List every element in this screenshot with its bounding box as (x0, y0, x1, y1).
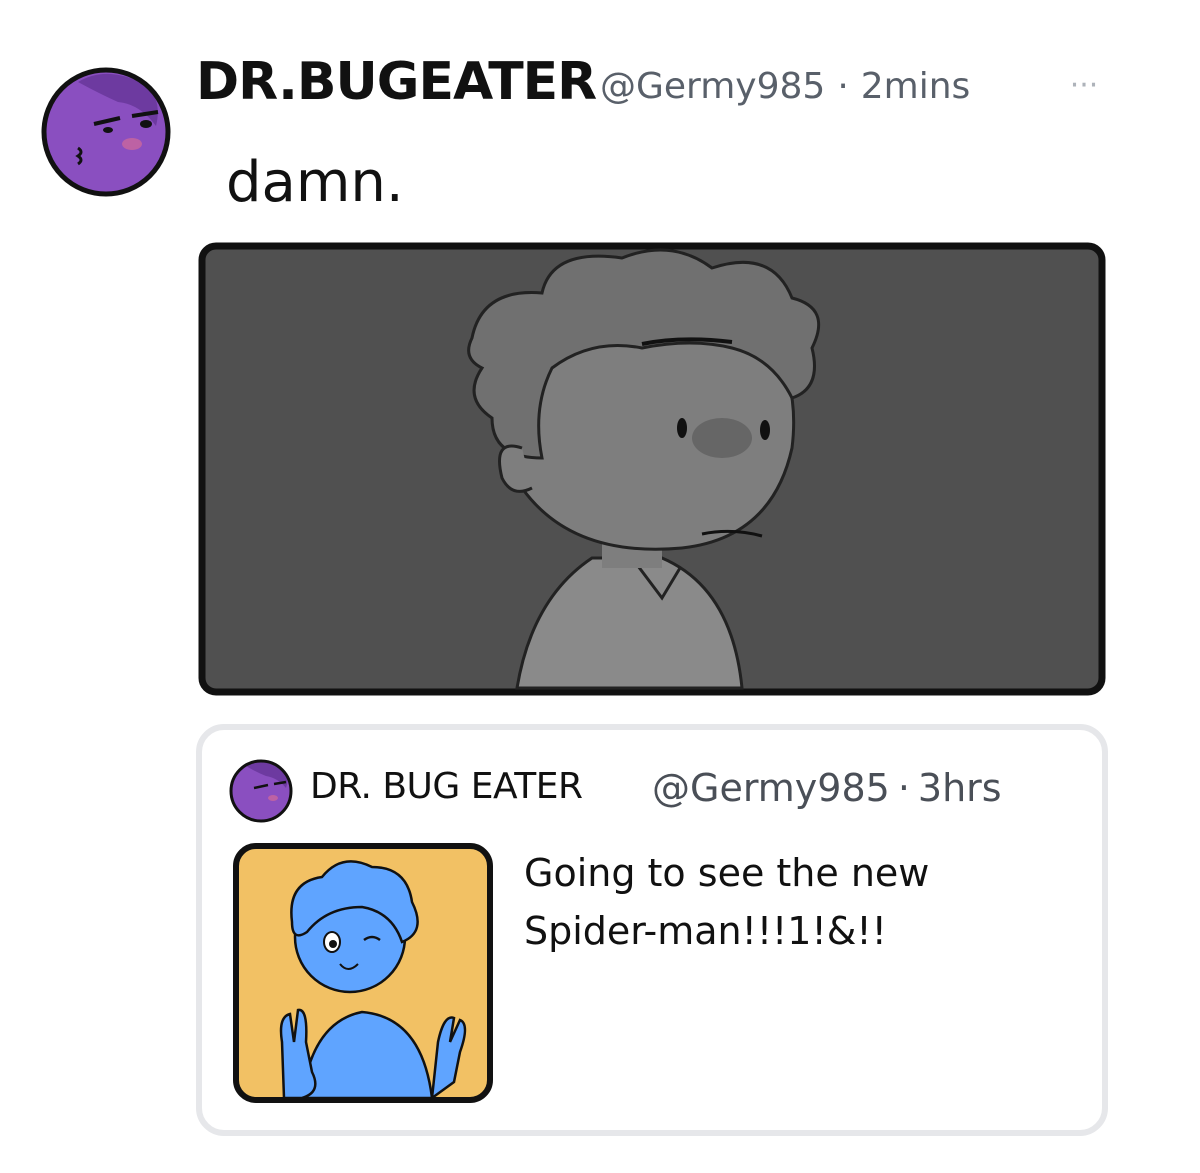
post-timestamp[interactable]: 2mins (861, 66, 971, 107)
meta-separator: · (837, 66, 849, 107)
post-image[interactable] (192, 238, 1112, 698)
author-name[interactable]: DR.BUGEATER (196, 52, 597, 112)
post-meta: @Germy985 · 2mins (600, 66, 970, 107)
quoted-post-text-line-2: Spider-man!!!1!&!! (524, 909, 887, 953)
more-horizontal-icon: ··· (1069, 68, 1099, 103)
author-avatar[interactable] (38, 64, 174, 200)
more-options-button[interactable]: ··· (1060, 66, 1108, 106)
quoted-author-handle[interactable]: @Germy985 (652, 766, 890, 810)
quoted-post-text-line-1: Going to see the new (524, 851, 930, 895)
meta-separator: · (897, 766, 910, 810)
quoted-post-text: Going to see the new Spider-man!!!1!&!! (524, 844, 1084, 960)
post-text: damn. (226, 150, 404, 215)
quoted-post-timestamp[interactable]: 3hrs (918, 766, 1002, 810)
quoted-author-name[interactable]: DR. BUG EATER (310, 766, 583, 807)
author-handle[interactable]: @Germy985 (600, 66, 825, 107)
quoted-author-avatar[interactable] (228, 758, 294, 824)
quoted-post-meta: @Germy985 · 3hrs (652, 766, 1002, 810)
quoted-post-image[interactable] (232, 842, 494, 1104)
